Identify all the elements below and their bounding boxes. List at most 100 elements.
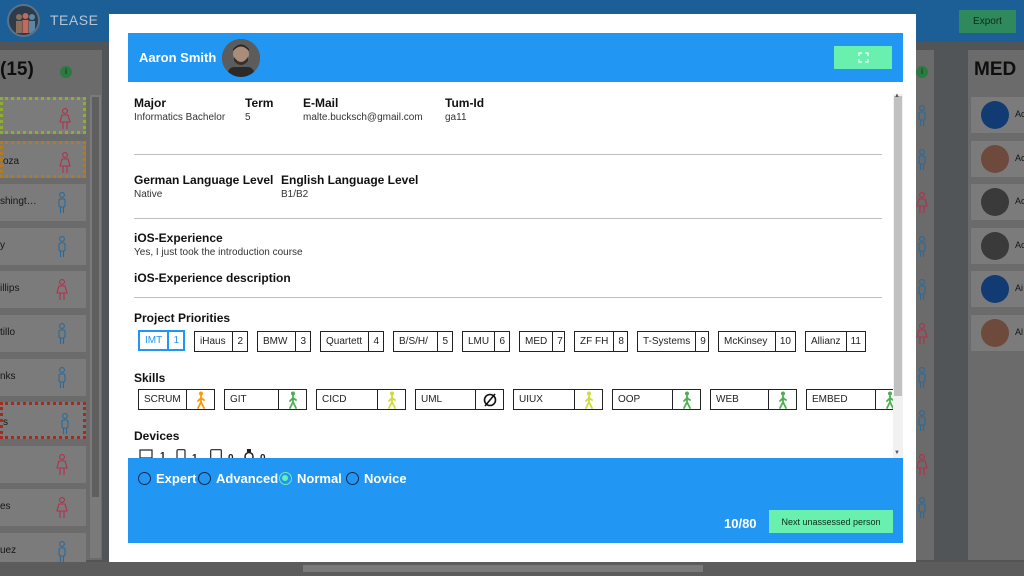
female-icon <box>59 151 71 174</box>
divider <box>134 218 882 219</box>
student-card[interactable]: s <box>0 402 86 440</box>
priority-chip[interactable]: ZF FH 8 <box>574 331 628 352</box>
skill-name: UML <box>421 394 443 405</box>
left-column-scrollbar[interactable] <box>90 95 101 558</box>
german-level-value: Native <box>134 189 163 200</box>
gender-icon <box>916 453 928 481</box>
priority-name: LMU <box>468 336 490 347</box>
priority-name: McKinsey <box>724 336 768 347</box>
radio-dot[interactable] <box>279 472 292 485</box>
ios-experience-field: iOS-Experience Yes, I just took the intr… <box>134 231 303 258</box>
app-logo <box>7 4 40 37</box>
student-card[interactable]: oza <box>0 140 86 178</box>
skill-level-icon <box>574 390 602 409</box>
horizontal-scrollbar[interactable] <box>0 562 1024 576</box>
priority-chip[interactable]: T-Systems 9 <box>637 331 709 352</box>
ios-description-field: iOS-Experience description <box>134 271 291 285</box>
next-unassessed-button[interactable]: Next unassessed person <box>769 510 893 533</box>
fullscreen-button[interactable] <box>834 46 892 69</box>
student-card[interactable] <box>0 445 86 483</box>
avatar <box>981 231 1009 260</box>
rating-radio-novice[interactable]: Novice <box>346 471 407 486</box>
phone-icon <box>176 449 186 458</box>
priority-chip[interactable]: LMU 6 <box>462 331 510 352</box>
student-card[interactable]: nks <box>0 358 86 396</box>
device-count: 1 <box>138 449 166 458</box>
student-card-name: tillo <box>0 327 16 338</box>
priority-rank: 2 <box>232 332 247 351</box>
priority-chip[interactable]: McKinsey 10 <box>718 331 796 352</box>
student-card[interactable]: shingt… <box>0 184 86 222</box>
priority-name: MED <box>525 336 548 347</box>
major-field: Major Informatics Bachelor <box>134 96 225 123</box>
export-button[interactable]: Export <box>959 10 1016 33</box>
priority-chip[interactable]: MED 7 <box>519 331 565 352</box>
email-label: E-Mail <box>303 96 339 110</box>
radio-dot[interactable] <box>198 472 211 485</box>
term-field: Term 5 <box>245 96 273 123</box>
skills-heading: Skills <box>134 371 166 385</box>
student-name: Aaron Smith <box>139 50 217 65</box>
priority-chip[interactable]: IMT 1 <box>138 330 185 351</box>
student-card[interactable]: Ac <box>971 140 1024 177</box>
student-card[interactable]: Ai <box>971 271 1024 308</box>
avatar <box>981 275 1009 304</box>
skill-chip[interactable]: SCRUM <box>138 389 215 410</box>
left-column-info-icon[interactable]: i <box>60 66 72 78</box>
student-card[interactable] <box>0 97 86 134</box>
watch-icon <box>244 449 254 458</box>
email-field: E-Mail malte.bucksch@gmail.com <box>303 96 423 123</box>
student-card[interactable]: Ac <box>971 97 1024 133</box>
priority-chip[interactable]: B/S/H/5 <box>393 331 453 352</box>
rating-radio-advanced[interactable]: Advanced <box>198 471 278 486</box>
rating-radio-normal[interactable]: Normal <box>279 471 342 486</box>
female-icon <box>59 108 71 130</box>
skill-name: CICD <box>322 394 347 405</box>
german-level-field: German Language Level Native <box>134 173 273 200</box>
priority-name: ZF FH <box>580 336 609 347</box>
middle-column-info-icon[interactable]: i <box>916 66 928 78</box>
student-detail-modal: Aaron Smith Major Informatics Bachelor T… <box>109 14 916 562</box>
skill-level-icon <box>186 390 214 409</box>
priority-chip[interactable]: BMW 3 <box>257 331 311 352</box>
avatar <box>981 144 1009 173</box>
student-card[interactable]: Al <box>971 315 1024 351</box>
skill-level-icon <box>672 390 700 409</box>
priority-chip[interactable]: iHaus 2 <box>194 331 248 352</box>
laptop-icon <box>138 449 154 458</box>
tum-id-value: ga11 <box>445 112 467 123</box>
student-card-name: shingt… <box>0 196 37 208</box>
rating-label: Advanced <box>216 471 279 486</box>
student-card[interactable]: Ac <box>971 184 1024 221</box>
student-card-name: nks <box>0 370 16 382</box>
male-icon <box>56 192 68 214</box>
skill-chip[interactable]: UIUX <box>513 389 603 410</box>
skill-chip[interactable]: CICD <box>316 389 406 410</box>
skill-chip[interactable]: GIT <box>224 389 307 410</box>
student-card[interactable]: y <box>0 227 86 265</box>
rating-radio-expert[interactable]: Expert <box>138 471 196 486</box>
radio-dot[interactable] <box>138 472 151 485</box>
avatar <box>981 319 1009 347</box>
student-card[interactable]: tillo <box>0 315 86 352</box>
fullscreen-icon <box>857 52 869 63</box>
skill-chip[interactable]: WEB <box>710 389 797 410</box>
student-card[interactable]: Ac <box>971 227 1024 264</box>
male-icon <box>59 413 71 435</box>
skill-chip[interactable]: OOP <box>612 389 701 410</box>
skill-chip[interactable]: UML <box>415 389 504 410</box>
modal-content[interactable]: Major Informatics Bachelor Term 5 E-Mail… <box>128 82 903 458</box>
skill-chip[interactable]: EMBED <box>806 389 903 410</box>
priority-rank: 9 <box>695 332 710 351</box>
avatar <box>981 188 1009 217</box>
radio-dot[interactable] <box>346 472 359 485</box>
modal-scrollbar[interactable]: ▲ ▼ <box>893 93 903 458</box>
student-card[interactable]: es <box>0 489 86 527</box>
device-count: 1 <box>176 449 198 458</box>
modal-header: Aaron Smith <box>128 33 903 82</box>
student-card[interactable]: illips <box>0 271 86 309</box>
app-title: TEASE <box>50 12 99 28</box>
priority-chip[interactable]: Quartett 4 <box>320 331 384 352</box>
priority-rank: 4 <box>368 332 383 351</box>
priority-chip[interactable]: Allianz 11 <box>805 331 866 352</box>
